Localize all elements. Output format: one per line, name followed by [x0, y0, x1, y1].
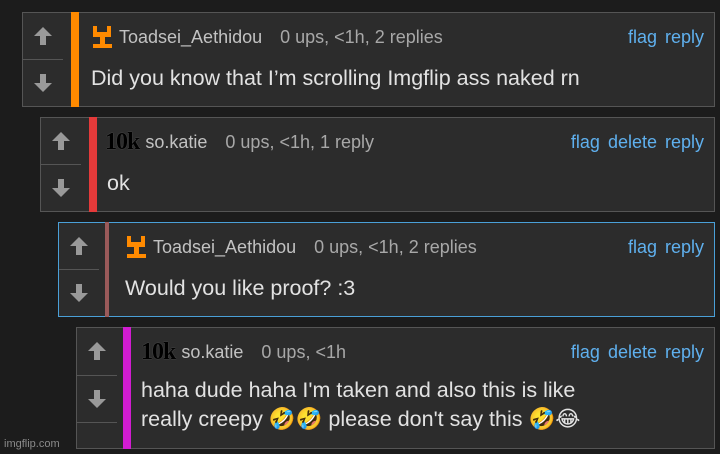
user-avatar[interactable]: 10k: [105, 129, 140, 155]
comment: 10k so.katie 0 ups, <1h flag delete repl…: [76, 327, 715, 449]
flag-link[interactable]: flag: [571, 132, 600, 153]
delete-link[interactable]: delete: [608, 342, 657, 363]
arrow-up-icon: [34, 27, 52, 45]
thread-level-bar: [105, 222, 109, 317]
user-avatar[interactable]: [125, 235, 147, 259]
comment-actions: flag delete reply: [571, 132, 704, 153]
flag-link[interactable]: flag: [628, 27, 657, 48]
upvote-button[interactable]: [23, 13, 63, 60]
avatar-text: 10k: [141, 339, 176, 365]
upvote-button[interactable]: [59, 223, 99, 270]
comment-meta: 0 ups, <1h, 2 replies: [314, 236, 477, 257]
reply-link[interactable]: reply: [665, 27, 704, 48]
comment: Toadsei_Aethidou 0 ups, <1h, 2 replies f…: [58, 222, 715, 317]
username-link[interactable]: so.katie: [181, 342, 243, 363]
reply-link[interactable]: reply: [665, 132, 704, 153]
downvote-button[interactable]: [23, 60, 63, 106]
user-avatar[interactable]: [91, 25, 113, 49]
comment-meta: 0 ups, <1h: [261, 341, 346, 362]
vote-controls: [41, 118, 81, 211]
downvote-button[interactable]: [77, 376, 117, 423]
arrow-down-icon: [88, 389, 106, 408]
vote-controls: [23, 13, 63, 106]
comment-actions: flag reply: [628, 237, 704, 258]
delete-link[interactable]: delete: [608, 132, 657, 153]
comment-meta: 0 ups, <1h, 2 replies: [280, 26, 443, 47]
thread-level-bar: [123, 327, 131, 449]
arrow-up-icon: [52, 132, 70, 150]
comment-meta: 0 ups, <1h, 1 reply: [225, 131, 375, 152]
comment: 10k so.katie 0 ups, <1h, 1 reply flag de…: [40, 117, 715, 212]
arrow-down-icon: [34, 74, 52, 92]
comment-text: Did you know that I’m scrolling Imgflip …: [91, 66, 580, 90]
comment-text: Would you like proof? :3: [125, 276, 356, 300]
comment-header: Toadsei_Aethidou 0 ups, <1h, 2 replies f…: [91, 23, 714, 51]
username-link[interactable]: Toadsei_Aethidou: [119, 27, 262, 48]
toad-avatar-icon: [127, 236, 146, 258]
username-link[interactable]: Toadsei_Aethidou: [153, 237, 296, 258]
comment-actions: flag reply: [628, 27, 704, 48]
comment-text-line: haha dude haha I'm taken and also this i…: [141, 378, 576, 402]
comment-text-line: really creepy 🤣🤣 please don't say this 🤣…: [141, 407, 581, 431]
thread-level-bar: [71, 12, 79, 107]
comment-text: haha dude haha I'm taken and also this i…: [141, 376, 706, 434]
downvote-button[interactable]: [59, 270, 99, 316]
comment: Toadsei_Aethidou 0 ups, <1h, 2 replies f…: [22, 12, 715, 107]
reply-link[interactable]: reply: [665, 237, 704, 258]
arrow-down-icon: [70, 284, 88, 302]
comment-text: ok: [107, 171, 130, 195]
comment-actions: flag delete reply: [571, 342, 704, 363]
reply-link[interactable]: reply: [665, 342, 704, 363]
comment-header: Toadsei_Aethidou 0 ups, <1h, 2 replies f…: [125, 233, 714, 261]
username-link[interactable]: so.katie: [145, 132, 207, 153]
flag-link[interactable]: flag: [571, 342, 600, 363]
user-avatar[interactable]: 10k: [141, 339, 176, 365]
downvote-button[interactable]: [41, 165, 81, 211]
imgflip-watermark: imgflip.com: [4, 438, 60, 450]
arrow-down-icon: [52, 179, 70, 197]
arrow-up-icon: [88, 342, 106, 361]
toad-avatar-icon: [93, 26, 112, 48]
arrow-up-icon: [70, 237, 88, 255]
comment-header: 10k so.katie 0 ups, <1h flag delete repl…: [141, 338, 714, 366]
avatar-text: 10k: [105, 129, 140, 155]
upvote-button[interactable]: [41, 118, 81, 165]
upvote-button[interactable]: [77, 328, 117, 376]
comment-header: 10k so.katie 0 ups, <1h, 1 reply flag de…: [105, 128, 714, 156]
thread-level-bar: [89, 117, 97, 212]
vote-controls: [77, 328, 117, 423]
flag-link[interactable]: flag: [628, 237, 657, 258]
vote-controls: [59, 223, 99, 316]
